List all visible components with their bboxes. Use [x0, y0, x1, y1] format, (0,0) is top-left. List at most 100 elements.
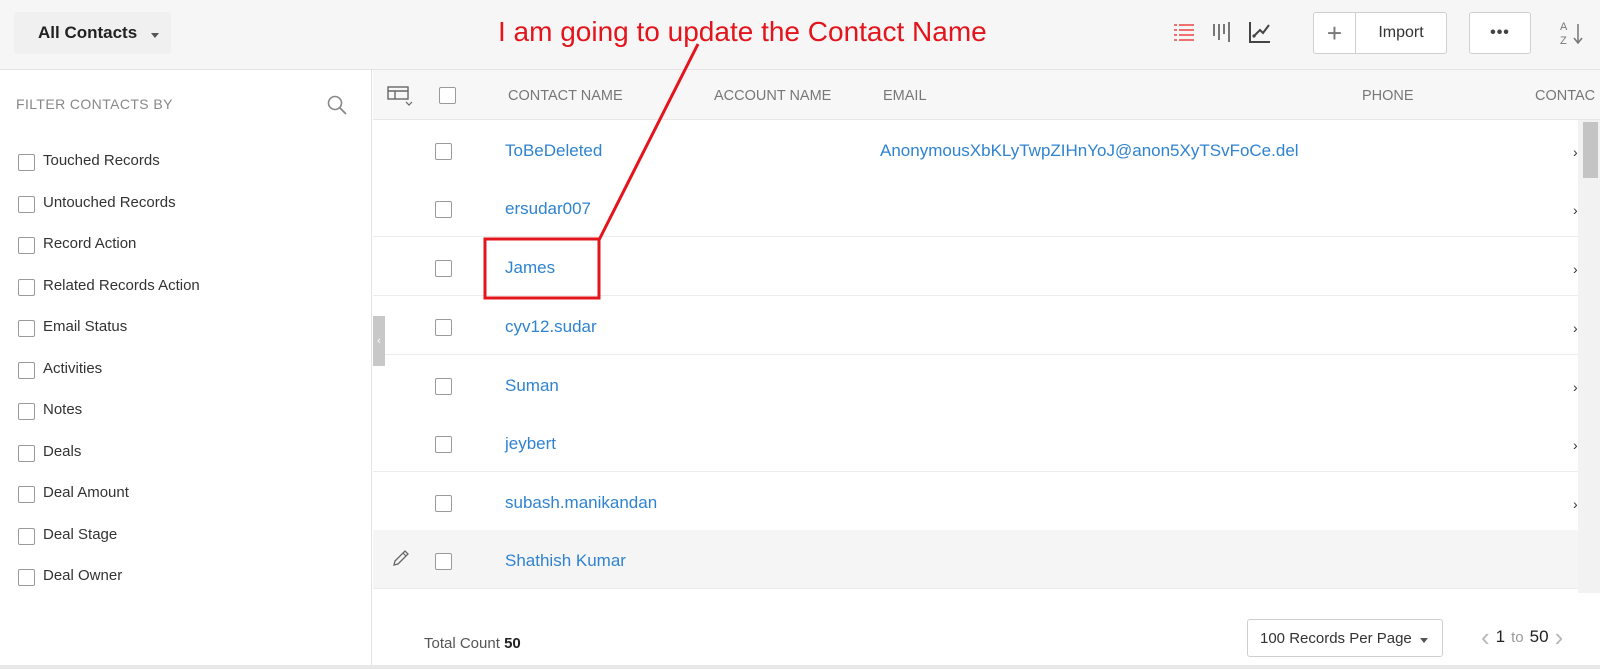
checkbox[interactable]: [18, 237, 35, 255]
chart-view-icon[interactable]: [1248, 18, 1272, 46]
checkbox[interactable]: [18, 195, 35, 213]
contact-name-link[interactable]: ToBeDeleted: [505, 141, 602, 161]
table-row[interactable]: jeybert ›: [373, 413, 1578, 472]
truncated-cell: ›: [1573, 320, 1578, 336]
checkbox[interactable]: [18, 527, 35, 545]
column-contact-owner[interactable]: CONTAC: [1535, 88, 1595, 104]
checkbox[interactable]: [18, 486, 35, 504]
more-actions-button[interactable]: •••: [1469, 12, 1531, 54]
filter-related-records-action[interactable]: Related Records Action: [18, 265, 200, 307]
contacts-table-panel: CONTACT NAME ACCOUNT NAME EMAIL PHONE CO…: [373, 70, 1600, 669]
column-contact-name[interactable]: CONTACT NAME: [508, 88, 623, 104]
truncated-cell: ›: [1573, 144, 1578, 160]
table-row[interactable]: Suman ›: [373, 355, 1578, 414]
table-row[interactable]: Shathish Kumar: [373, 530, 1578, 589]
filter-label: Touched Records: [43, 152, 160, 170]
filter-deal-owner[interactable]: Deal Owner: [18, 555, 200, 597]
contact-name-link[interactable]: jeybert: [505, 434, 556, 454]
row-checkbox[interactable]: [435, 553, 452, 570]
contact-name-link[interactable]: James: [505, 258, 555, 278]
contact-name-link[interactable]: Shathish Kumar: [505, 551, 626, 571]
page-from: 1: [1495, 627, 1506, 646]
search-icon[interactable]: [326, 94, 348, 116]
row-checkbox[interactable]: [435, 260, 452, 277]
contact-name-link[interactable]: cyv12.sudar: [505, 317, 597, 337]
checkbox[interactable]: [18, 444, 35, 462]
chevron-down-icon: [1419, 637, 1428, 643]
column-phone[interactable]: PHONE: [1362, 88, 1414, 104]
filter-label: Deal Stage: [43, 525, 118, 543]
view-selector[interactable]: All Contacts: [14, 12, 172, 54]
sidebar-collapse-handle[interactable]: ‹: [373, 316, 385, 366]
select-all-checkbox[interactable]: [439, 87, 456, 104]
filter-email-status[interactable]: Email Status: [18, 306, 200, 348]
filter-list: Touched Records Untouched Records Record…: [18, 140, 200, 597]
vertical-scrollbar[interactable]: [1578, 120, 1600, 643]
email-link[interactable]: AnonymousXbKLyTwpZIHnYoJ@anon5XyTSvFoCe.…: [880, 141, 1299, 161]
filter-notes[interactable]: Notes: [18, 389, 200, 431]
checkbox[interactable]: [18, 361, 35, 379]
filter-untouched-records[interactable]: Untouched Records: [18, 182, 200, 224]
top-toolbar: All Contacts I am going to update the Co…: [0, 0, 1600, 70]
filter-sidebar: FILTER CONTACTS BY Touched Records Untou…: [0, 70, 372, 669]
column-email[interactable]: EMAIL: [883, 88, 927, 104]
table-row[interactable]: ersudar007 ›: [373, 178, 1578, 237]
column-settings-icon[interactable]: [387, 86, 413, 106]
pencil-edit-icon[interactable]: [391, 548, 411, 568]
sort-az-icon[interactable]: A Z: [1558, 18, 1588, 48]
create-import-group: + Import: [1313, 12, 1447, 54]
next-page-icon[interactable]: ›: [1555, 624, 1564, 650]
table-row[interactable]: James ›: [373, 237, 1578, 296]
filter-label: Deals: [43, 442, 82, 460]
filter-label: Notes: [43, 401, 83, 419]
row-checkbox[interactable]: [435, 378, 452, 395]
contact-name-link[interactable]: subash.manikandan: [505, 493, 657, 513]
checkbox[interactable]: [18, 403, 35, 421]
filter-label: Untouched Records: [43, 193, 176, 211]
checkbox[interactable]: [18, 154, 35, 172]
import-button[interactable]: Import: [1356, 13, 1446, 53]
kanban-view-icon[interactable]: [1210, 18, 1234, 46]
filter-label: Email Status: [43, 318, 128, 336]
column-account-name[interactable]: ACCOUNT NAME: [714, 88, 831, 104]
create-contact-button[interactable]: +: [1314, 13, 1356, 53]
row-checkbox[interactable]: [435, 201, 452, 218]
contact-name-link[interactable]: ersudar007: [505, 199, 591, 219]
filter-touched-records[interactable]: Touched Records: [18, 140, 200, 182]
filter-label: Record Action: [43, 235, 137, 253]
total-count-label: Total Count: [424, 635, 500, 652]
table-body: ToBeDeleted AnonymousXbKLyTwpZIHnYoJ@ano…: [373, 120, 1578, 643]
table-header: CONTACT NAME ACCOUNT NAME EMAIL PHONE CO…: [373, 70, 1600, 120]
filter-label: Activities: [43, 359, 103, 377]
filter-sidebar-title: FILTER CONTACTS BY: [16, 96, 173, 112]
bottom-divider: [0, 665, 1600, 669]
table-row[interactable]: cyv12.sudar ›: [373, 296, 1578, 355]
view-switcher: [1172, 18, 1272, 46]
filter-activities[interactable]: Activities: [18, 348, 200, 390]
table-row[interactable]: ToBeDeleted AnonymousXbKLyTwpZIHnYoJ@ano…: [373, 120, 1578, 179]
records-per-page-select[interactable]: 100 Records Per Page: [1247, 619, 1443, 657]
checkbox[interactable]: [18, 569, 35, 587]
filter-label: Deal Amount: [43, 484, 129, 502]
filter-label: Deal Owner: [43, 567, 123, 585]
filter-deal-amount[interactable]: Deal Amount: [18, 472, 200, 514]
contact-name-link[interactable]: Suman: [505, 376, 559, 396]
filter-deals[interactable]: Deals: [18, 431, 200, 473]
records-per-page-value: 100 Records Per Page: [1260, 629, 1412, 647]
table-row[interactable]: subash.manikandan ›: [373, 472, 1578, 531]
row-checkbox[interactable]: [435, 436, 452, 453]
row-checkbox[interactable]: [435, 319, 452, 336]
truncated-cell: ›: [1573, 202, 1578, 218]
truncated-cell: ›: [1573, 496, 1578, 512]
previous-page-icon[interactable]: ‹: [1481, 624, 1490, 650]
view-selector-label: All Contacts: [38, 23, 138, 42]
checkbox[interactable]: [18, 278, 35, 296]
row-checkbox[interactable]: [435, 143, 452, 160]
list-view-icon[interactable]: [1172, 18, 1196, 46]
vertical-scroll-thumb[interactable]: [1583, 122, 1598, 178]
row-checkbox[interactable]: [435, 495, 452, 512]
filter-deal-stage[interactable]: Deal Stage: [18, 514, 200, 556]
checkbox[interactable]: [18, 320, 35, 338]
filter-record-action[interactable]: Record Action: [18, 223, 200, 265]
pagination: ‹ 1 to 50 ›: [1481, 624, 1564, 650]
